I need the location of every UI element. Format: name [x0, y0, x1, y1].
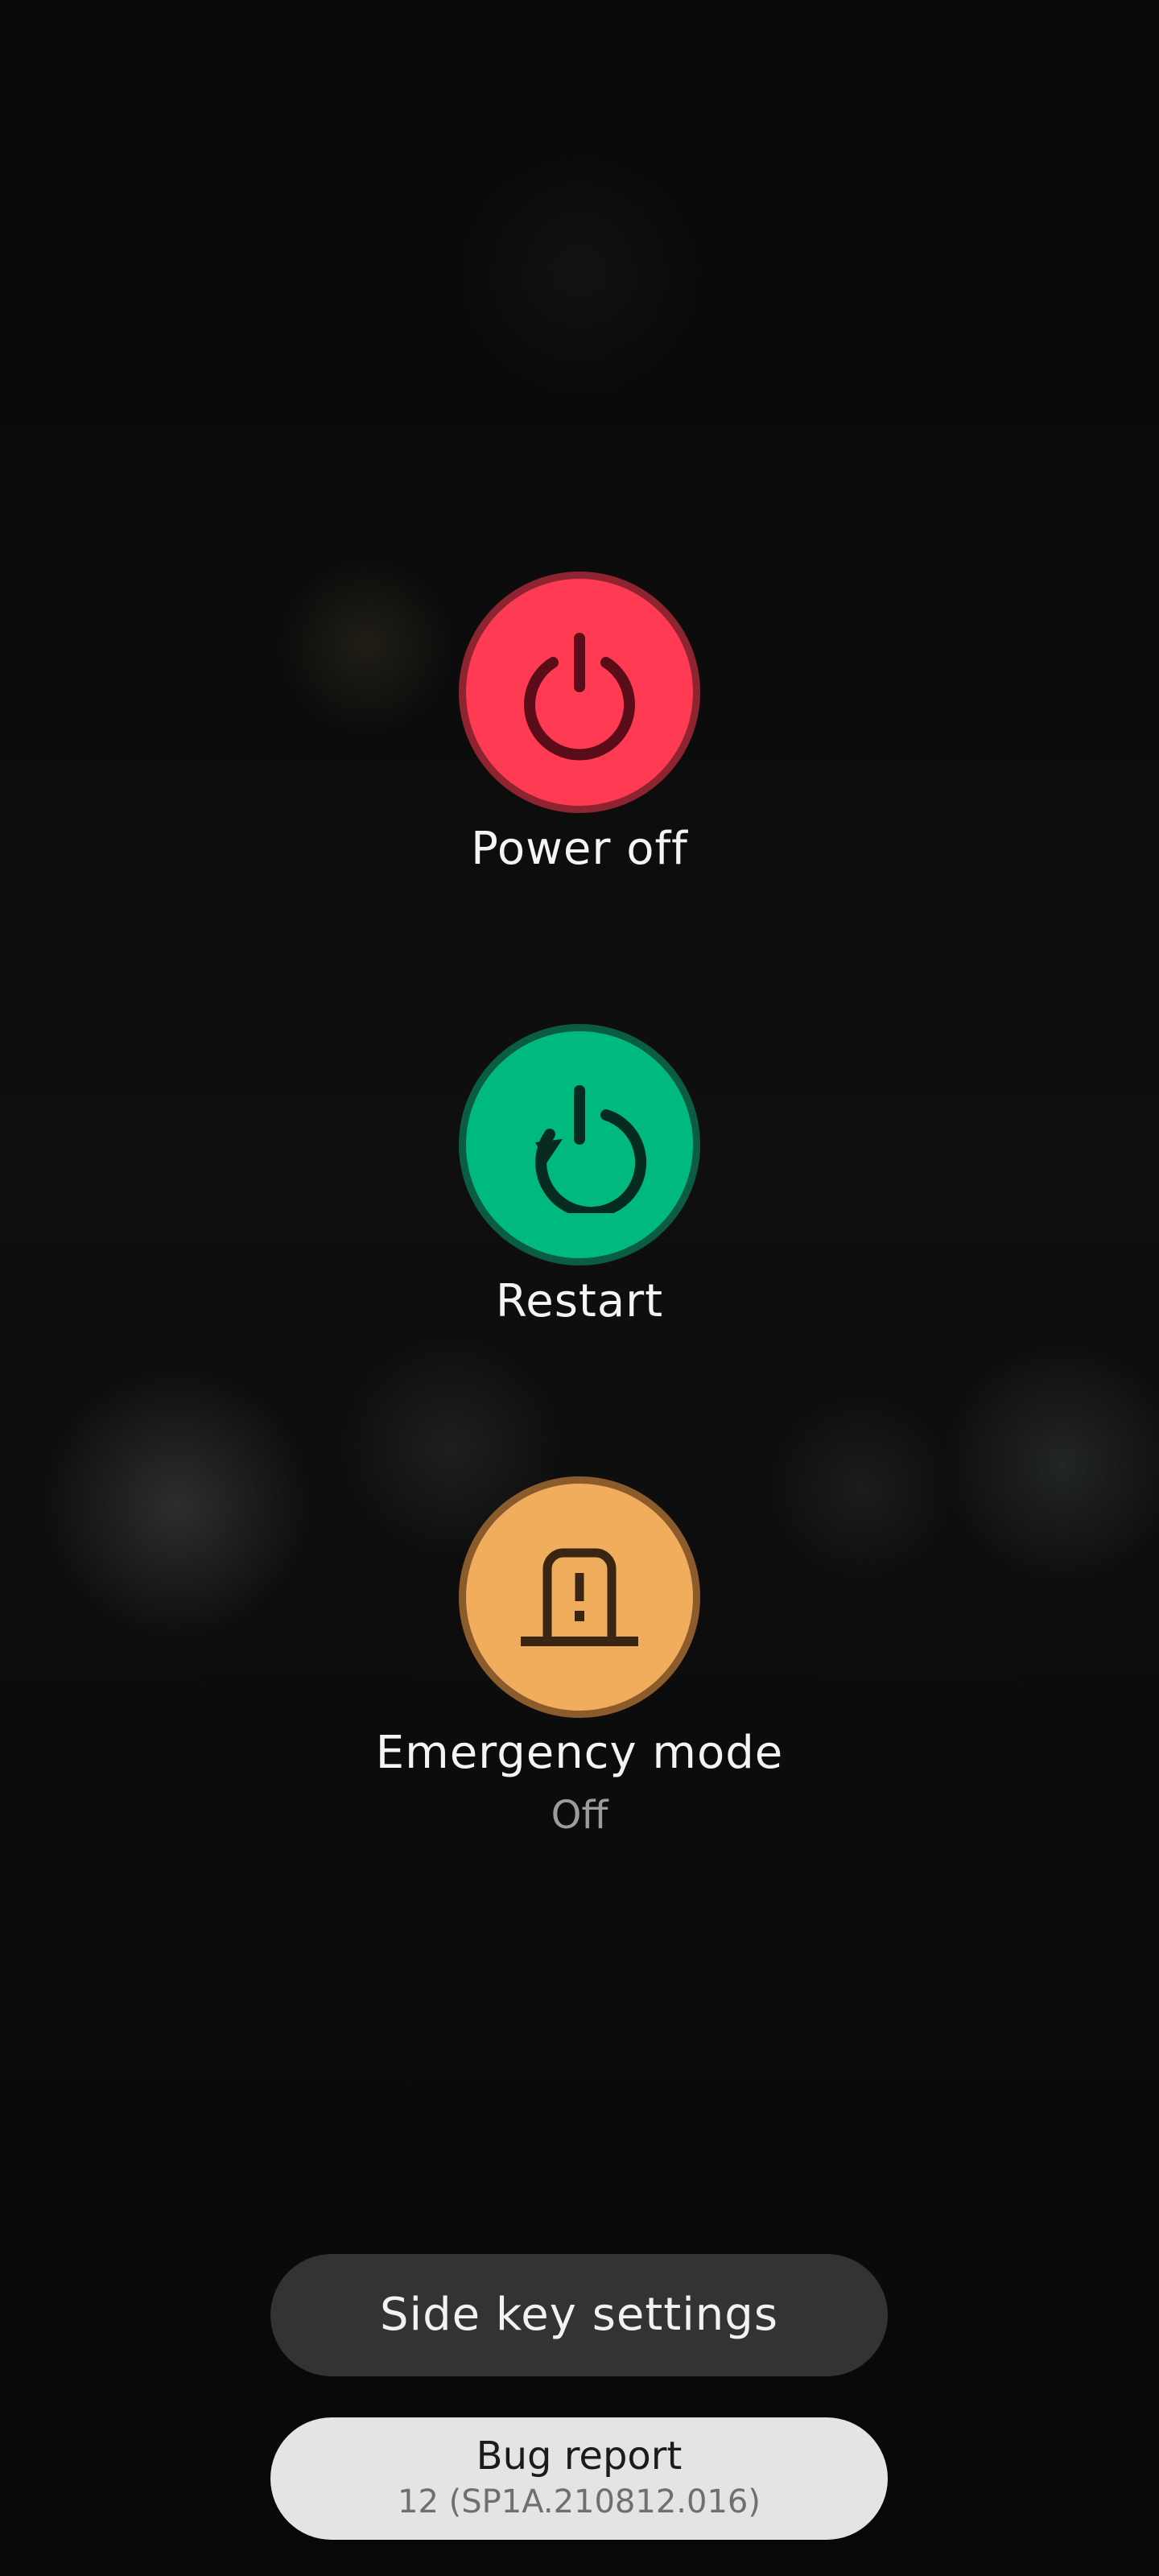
side-key-settings-button[interactable]: Side key settings [270, 2254, 888, 2376]
restart-button[interactable] [459, 1024, 700, 1265]
emergency-mode-status: Off [551, 1793, 608, 1838]
emergency-mode-label: Emergency mode [375, 1727, 784, 1779]
side-key-settings-label: Side key settings [379, 2289, 779, 2341]
bug-report-button[interactable]: Bug report 12 (SP1A.210812.016) [270, 2417, 888, 2540]
bug-report-label: Bug report [476, 2434, 683, 2479]
power-icon [524, 633, 635, 761]
restart-icon [535, 1085, 647, 1213]
emergency-mode-button[interactable] [459, 1476, 700, 1718]
restart-label: Restart [495, 1275, 664, 1327]
emergency-mode-icon [521, 1548, 638, 1646]
power-off-label: Power off [471, 823, 688, 875]
bug-report-version: 12 (SP1A.210812.016) [398, 2483, 761, 2520]
power-off-button[interactable] [459, 572, 700, 813]
